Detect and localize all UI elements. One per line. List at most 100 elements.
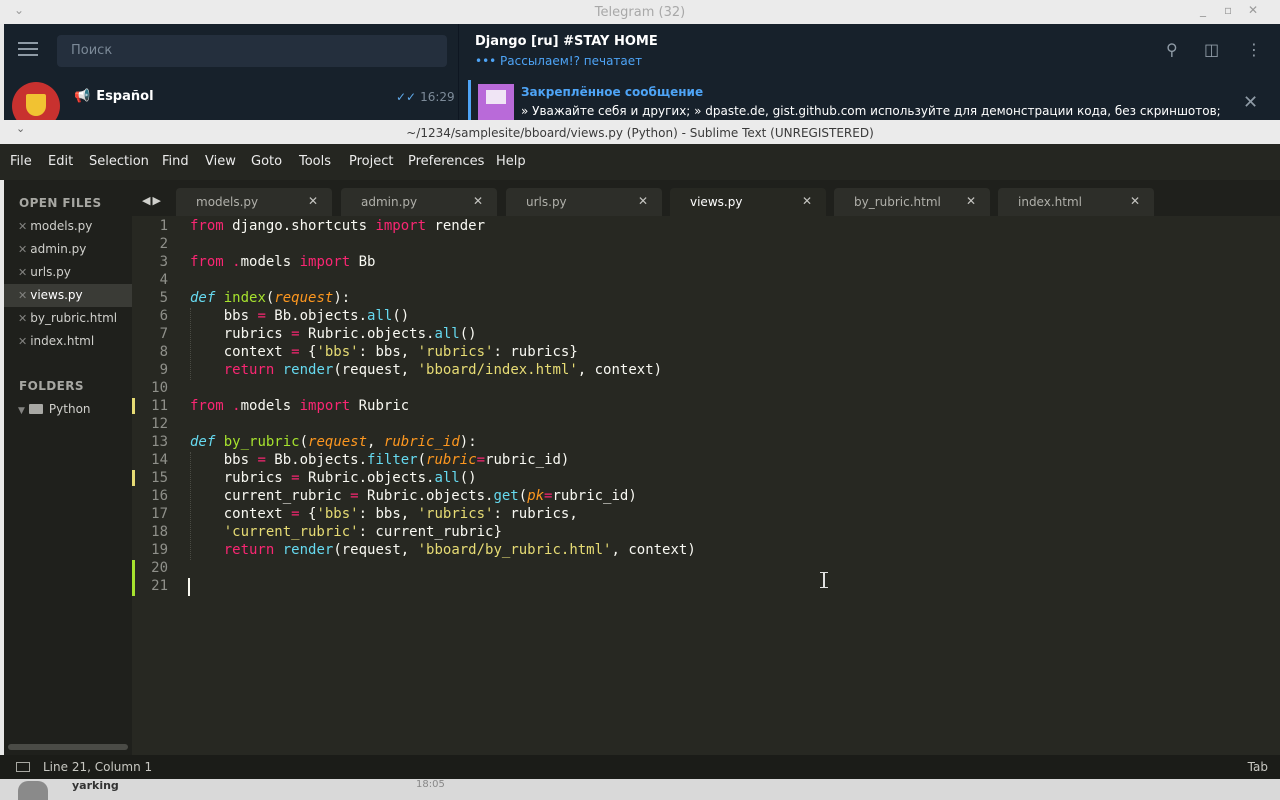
line-number: 17 xyxy=(151,506,168,522)
line-number: 16 xyxy=(151,488,168,504)
tab-models[interactable]: models.py ✕ xyxy=(176,188,332,216)
triangle-down-icon[interactable]: ▼ xyxy=(18,406,25,416)
menu-tools[interactable]: Tools xyxy=(299,154,331,169)
menu-find[interactable]: Find xyxy=(162,154,189,169)
chat-name[interactable]: 📢 Español xyxy=(74,89,154,104)
folders-header: FOLDERS xyxy=(19,379,84,393)
sublime-titlebar: ⌄ ~/1234/samplesite/bboard/views.py (Pyt… xyxy=(0,120,1280,144)
code-line-17: context = {'bbs': bbs, 'rubrics': rubric… xyxy=(190,506,578,522)
channel-name[interactable]: Django [ru] #STAY HOME xyxy=(475,34,658,49)
minimize-icon[interactable]: _ xyxy=(1200,3,1206,17)
code-line-15: rubrics = Rubric.objects.all() xyxy=(190,470,477,486)
close-icon[interactable]: ✕ xyxy=(638,194,648,208)
text-caret xyxy=(188,578,190,596)
status-bar: Line 21, Column 1 Tab xyxy=(0,755,1280,779)
indentation-status[interactable]: Tab xyxy=(1248,760,1268,774)
open-files-header: OPEN FILES xyxy=(19,196,102,210)
pinned-text[interactable]: » Уважайте себя и других; » dpaste.de, g… xyxy=(521,104,1221,118)
folder-icon xyxy=(28,404,43,414)
line-number: 7 xyxy=(159,326,168,342)
menu-selection[interactable]: Selection xyxy=(89,154,149,169)
line-number: 4 xyxy=(159,272,168,288)
sidebar-item-urls[interactable]: ✕ urls.py xyxy=(4,261,132,284)
line-number: 5 xyxy=(159,290,168,306)
code-line-9: return render(request, 'bboard/index.htm… xyxy=(223,362,663,378)
close-icon[interactable]: ✕ xyxy=(18,335,27,348)
code-line-7: rubrics = Rubric.objects.all() xyxy=(190,326,477,342)
telegram-window-title: Telegram (32) xyxy=(594,5,686,20)
close-icon[interactable]: ✕ xyxy=(18,243,27,256)
sidebar-icon[interactable]: ◫ xyxy=(1204,40,1219,59)
close-icon[interactable]: ✕ xyxy=(1130,194,1140,208)
tab-scroll-arrows-icon[interactable]: ◀▶ xyxy=(142,194,163,207)
code-line-8: context = {'bbs': bbs, 'rubrics': rubric… xyxy=(190,344,578,360)
maximize-icon[interactable]: ▫ xyxy=(1224,3,1232,17)
close-icon[interactable]: ✕ xyxy=(18,289,27,302)
close-icon[interactable]: ✕ xyxy=(473,194,483,208)
close-icon[interactable]: ✕ xyxy=(966,194,976,208)
more-vert-icon[interactable]: ⋮ xyxy=(1246,40,1262,59)
chat-time: ✓✓ 16:29 xyxy=(396,90,455,104)
close-icon[interactable]: ✕ xyxy=(1243,92,1258,113)
sidebar-item-index[interactable]: ✕ index.html xyxy=(4,330,132,353)
line-number: 12 xyxy=(151,416,168,432)
tab-admin[interactable]: admin.py ✕ xyxy=(341,188,497,216)
menu-edit[interactable]: Edit xyxy=(48,154,73,169)
sidebar-scrollbar[interactable] xyxy=(8,744,128,750)
code-line-16: current_rubric = Rubric.objects.get(pk=r… xyxy=(190,488,637,504)
close-icon[interactable]: ✕ xyxy=(18,266,27,279)
tab-urls[interactable]: urls.py ✕ xyxy=(506,188,662,216)
line-number: 1 xyxy=(159,218,168,234)
avatar xyxy=(18,781,48,800)
tab-bar: models.py ✕ admin.py ✕ urls.py ✕ views.py ✕ … xyxy=(132,180,1280,216)
line-number: 19 xyxy=(151,542,168,558)
code-line-3: from .models import Bb xyxy=(190,254,376,270)
console-toggle-icon[interactable] xyxy=(16,762,30,772)
cursor-position[interactable]: Line 21, Column 1 xyxy=(43,760,152,774)
folder-python[interactable]: ▼ Python xyxy=(18,402,91,416)
tab-by-rubric[interactable]: by_rubric.html ✕ xyxy=(834,188,990,216)
double-check-icon: ✓✓ xyxy=(396,90,417,104)
close-icon[interactable]: ✕ xyxy=(18,312,27,325)
close-icon[interactable]: ✕ xyxy=(18,220,27,233)
menu-bar: File Edit Selection Find View Goto Tools… xyxy=(0,144,1280,180)
menu-view[interactable]: View xyxy=(205,154,236,169)
code-line-13: def by_rubric(request, rubric_id): xyxy=(190,434,477,450)
sidebar-item-views[interactable]: ✕ views.py xyxy=(4,284,132,307)
megaphone-icon: 📢 xyxy=(74,89,91,104)
hamburger-menu-icon[interactable] xyxy=(16,38,40,62)
menu-project[interactable]: Project xyxy=(349,154,393,169)
pinned-title[interactable]: Закреплённое сообщение xyxy=(521,85,703,99)
close-icon[interactable]: ✕ xyxy=(1248,3,1258,17)
line-number: 14 xyxy=(151,452,168,468)
chat-name: yarking xyxy=(72,779,119,792)
sidebar-item-models[interactable]: ✕ models.py xyxy=(4,215,132,238)
added-line-marker xyxy=(132,560,135,596)
telegram-search-input[interactable]: Поиск xyxy=(57,35,447,67)
code-line-6: bbs = Bb.objects.all() xyxy=(190,308,410,324)
menu-goto[interactable]: Goto xyxy=(251,154,282,169)
line-number: 2 xyxy=(159,236,168,252)
sidebar-item-by-rubric[interactable]: ✕ by_rubric.html xyxy=(4,307,132,330)
code-line-18: 'current_rubric': current_rubric} xyxy=(223,524,502,540)
close-icon[interactable]: ✕ xyxy=(308,194,318,208)
tab-index[interactable]: index.html ✕ xyxy=(998,188,1154,216)
pinned-bar xyxy=(468,80,471,120)
code-line-19: return render(request, 'bboard/by_rubric… xyxy=(223,542,696,558)
close-icon[interactable]: ✕ xyxy=(802,194,812,208)
menu-help[interactable]: Help xyxy=(496,154,526,169)
sidebar: OPEN FILES ✕ models.py ✕ admin.py ✕ urls.py… xyxy=(4,180,132,755)
code-line-1: from django.shortcuts import render xyxy=(190,218,486,234)
search-icon[interactable]: ⚲ xyxy=(1166,40,1178,59)
typing-status: ••• Рассылаем!? печатает xyxy=(475,54,643,68)
pinned-thumbnail[interactable] xyxy=(478,84,514,120)
code-line-5: def index(request): xyxy=(190,290,351,306)
sidebar-item-admin[interactable]: ✕ admin.py xyxy=(4,238,132,261)
line-number: 9 xyxy=(159,362,168,378)
tab-views[interactable]: views.py ✕ xyxy=(670,188,826,216)
code-line-11: from .models import Rubric xyxy=(190,398,410,414)
line-number: 8 xyxy=(159,344,168,360)
telegram-titlebar: ⌄ Telegram (32) _ ▫ ✕ xyxy=(0,0,1280,24)
menu-preferences[interactable]: Preferences xyxy=(408,154,484,169)
menu-file[interactable]: File xyxy=(10,154,32,169)
